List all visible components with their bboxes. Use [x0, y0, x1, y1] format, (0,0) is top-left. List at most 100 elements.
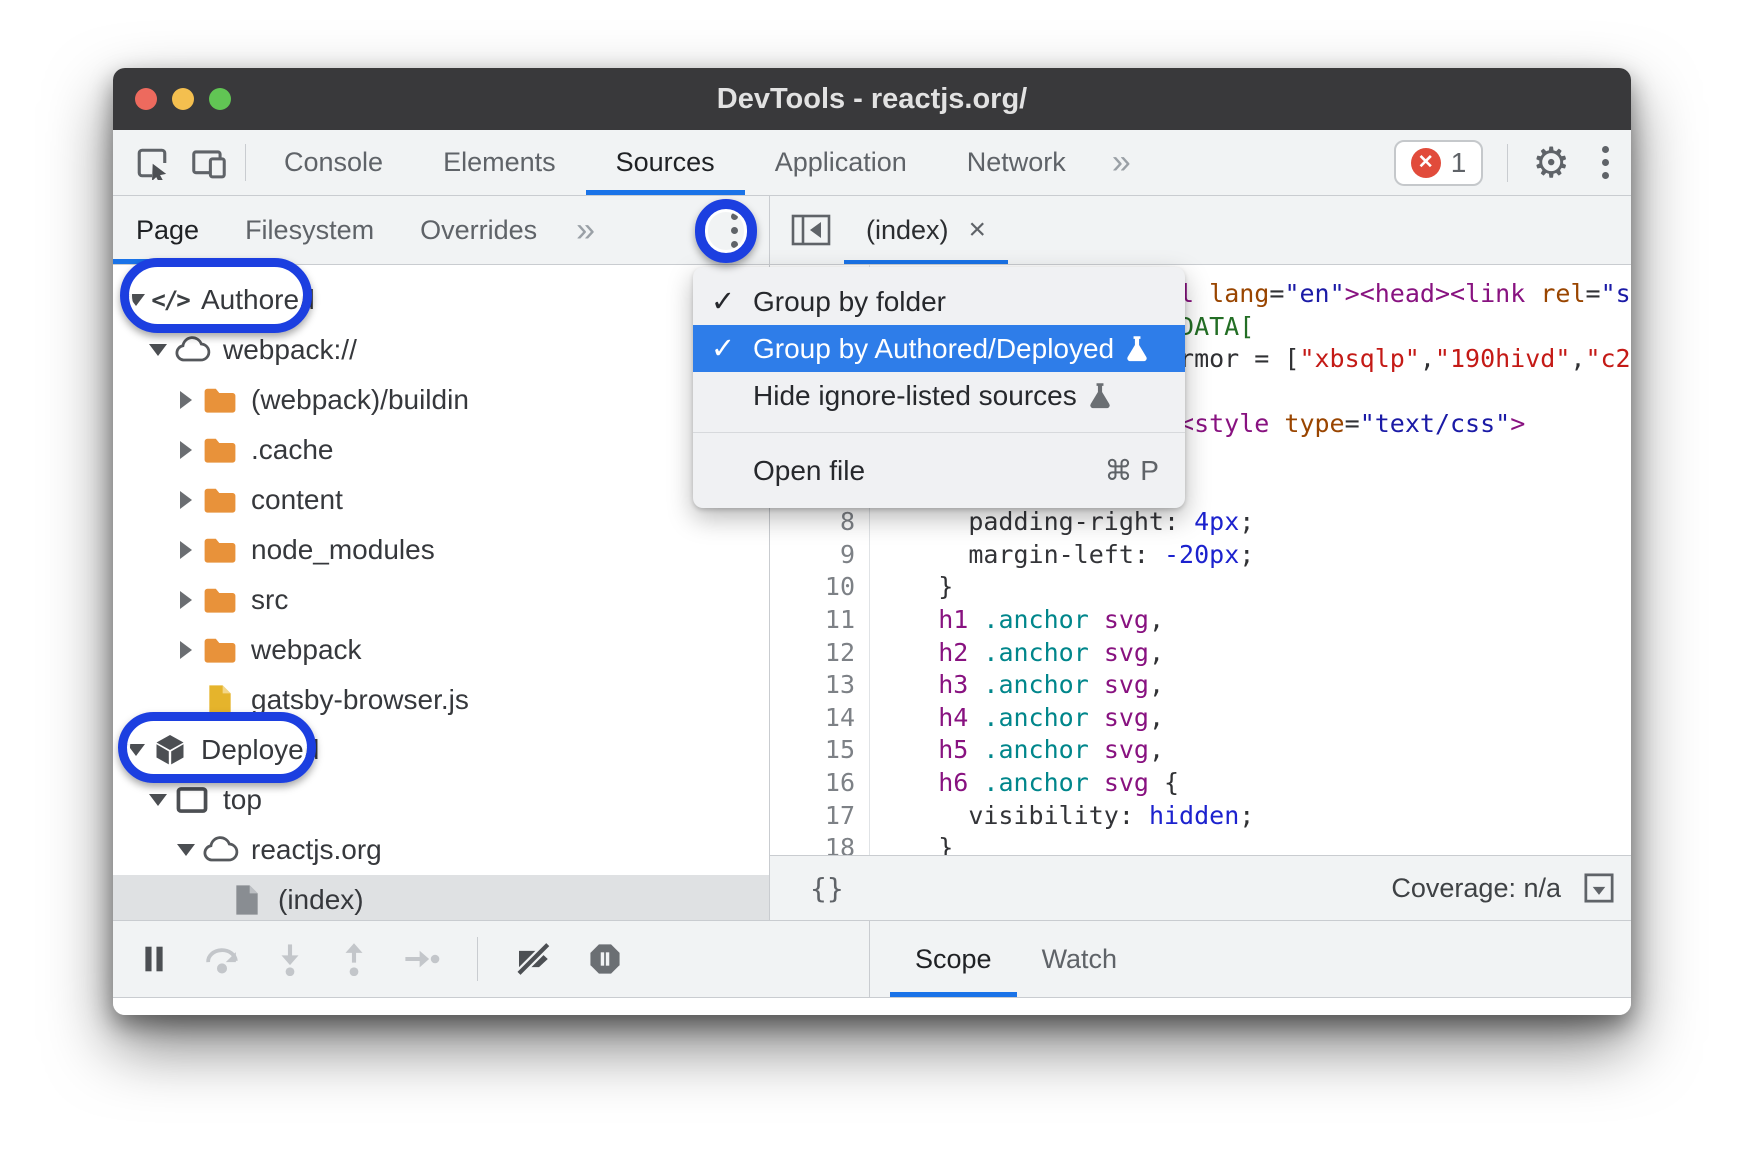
- file-icon: [228, 882, 266, 918]
- line-number[interactable]: 12: [770, 637, 855, 670]
- expand-arrow-icon[interactable]: [173, 591, 199, 609]
- tree-label: src: [251, 584, 288, 616]
- line-number[interactable]: 11: [770, 604, 855, 637]
- error-badge[interactable]: ✕ 1: [1394, 140, 1484, 186]
- tab-page[interactable]: Page: [113, 196, 222, 264]
- tree-row-folder[interactable]: src: [113, 575, 769, 625]
- line-number[interactable]: 14: [770, 702, 855, 735]
- cloud-icon: [173, 332, 211, 368]
- deactivate-breakpoints-icon[interactable]: [514, 942, 554, 976]
- editor-tab-index[interactable]: (index) ×: [844, 196, 1008, 264]
- line-number[interactable]: 18: [770, 832, 855, 855]
- code-line: h6 .anchor svg {: [878, 767, 1631, 800]
- line-number[interactable]: 17: [770, 800, 855, 833]
- maximize-window-button[interactable]: [209, 88, 231, 110]
- toolbar-divider: [1507, 144, 1508, 182]
- line-number[interactable]: 8: [770, 506, 855, 539]
- menu-separator: [693, 432, 1185, 433]
- menu-item-label: Group by folder: [753, 286, 946, 318]
- settings-gear-icon[interactable]: ⚙: [1532, 142, 1570, 184]
- line-number[interactable]: 10: [770, 571, 855, 604]
- debugger-controls: [113, 921, 870, 997]
- device-toolbar-icon[interactable]: [191, 146, 227, 180]
- debugger-bar: Scope Watch: [113, 920, 1631, 998]
- pause-script-icon[interactable]: [139, 943, 169, 975]
- traffic-lights: [135, 88, 231, 110]
- checkmark-icon: ✓: [693, 331, 753, 366]
- error-count: 1: [1451, 147, 1467, 179]
- show-drawer-icon[interactable]: [1583, 872, 1615, 904]
- code-line: }: [878, 832, 1631, 855]
- tree-row-folder[interactable]: (webpack)/buildin: [113, 375, 769, 425]
- collapse-sidebar-icon[interactable]: [791, 214, 831, 246]
- close-tab-icon[interactable]: ×: [969, 213, 987, 247]
- menu-item-open-file[interactable]: Open file ⌘ P: [693, 447, 1185, 494]
- tab-application[interactable]: Application: [745, 130, 937, 195]
- annotation-circle-deployed: [118, 712, 316, 783]
- tab-elements[interactable]: Elements: [413, 130, 586, 195]
- step-out-icon[interactable]: [339, 942, 369, 976]
- tree-row-folder[interactable]: webpack: [113, 625, 769, 675]
- expand-arrow-icon[interactable]: [173, 441, 199, 459]
- menu-item-label: Open file: [753, 455, 865, 487]
- tree-row-folder[interactable]: node_modules: [113, 525, 769, 575]
- menu-item-group-by-folder[interactable]: ✓ Group by folder: [693, 278, 1185, 325]
- menu-item-label: Hide ignore-listed sources: [753, 380, 1077, 412]
- tab-sources[interactable]: Sources: [586, 130, 745, 195]
- close-window-button[interactable]: [135, 88, 157, 110]
- step-over-icon[interactable]: [203, 942, 241, 976]
- menu-item-hide-ignore-listed[interactable]: Hide ignore-listed sources: [693, 372, 1185, 419]
- expand-arrow-icon[interactable]: [173, 491, 199, 509]
- tree-row-domain[interactable]: reactjs.org: [113, 825, 769, 875]
- tree-label: top: [223, 784, 262, 816]
- window-title: DevTools - reactjs.org/: [717, 83, 1028, 116]
- inspect-element-icon[interactable]: [135, 146, 169, 180]
- tab-scope[interactable]: Scope: [890, 921, 1017, 997]
- tab-watch[interactable]: Watch: [1017, 921, 1143, 997]
- code-line: h1 .anchor svg,: [878, 604, 1631, 637]
- experiment-flask-icon: [1123, 334, 1151, 364]
- pause-on-exceptions-icon[interactable]: [588, 942, 622, 976]
- pretty-print-icon[interactable]: {}: [810, 872, 844, 905]
- panel-tabs: Console Elements Sources Application Net…: [254, 130, 1147, 195]
- line-number[interactable]: 13: [770, 669, 855, 702]
- navigator-tabs: Page Filesystem Overrides »: [113, 196, 770, 264]
- tree-row-folder[interactable]: .cache: [113, 425, 769, 475]
- cloud-icon: [201, 832, 239, 868]
- code-line: h2 .anchor svg,: [878, 637, 1631, 670]
- code-line: }: [878, 571, 1631, 604]
- more-panels-chevron[interactable]: »: [1096, 130, 1147, 195]
- folder-icon: [201, 532, 239, 568]
- folder-icon: [201, 582, 239, 618]
- line-number[interactable]: 15: [770, 734, 855, 767]
- coverage-status: Coverage: n/a: [1391, 873, 1561, 904]
- expand-arrow-icon[interactable]: [173, 541, 199, 559]
- tab-network[interactable]: Network: [937, 130, 1096, 195]
- tab-console[interactable]: Console: [254, 130, 413, 195]
- line-number[interactable]: 9: [770, 539, 855, 572]
- minimize-window-button[interactable]: [172, 88, 194, 110]
- expand-arrow-icon[interactable]: [145, 794, 171, 806]
- step-into-icon[interactable]: [275, 942, 305, 976]
- tab-overrides[interactable]: Overrides: [397, 196, 560, 264]
- expand-arrow-icon[interactable]: [173, 844, 199, 856]
- tree-row-folder[interactable]: content: [113, 475, 769, 525]
- expand-arrow-icon[interactable]: [145, 344, 171, 356]
- tree-label: content: [251, 484, 343, 516]
- debugger-side-tabs: Scope Watch: [870, 921, 1631, 997]
- step-icon[interactable]: [403, 944, 441, 974]
- expand-arrow-icon[interactable]: [173, 641, 199, 659]
- sources-subheader: Page Filesystem Overrides » (index) ×: [113, 196, 1631, 265]
- tree-row-index-selected[interactable]: (index): [113, 875, 769, 920]
- tree-label: reactjs.org: [251, 834, 382, 866]
- main-menu-icon[interactable]: [1594, 146, 1617, 179]
- tree-label: .cache: [251, 434, 334, 466]
- file-tree: </> Authored webpack://: [113, 265, 770, 920]
- tab-filesystem[interactable]: Filesystem: [222, 196, 397, 264]
- line-number[interactable]: 16: [770, 767, 855, 800]
- annotation-circle-authored: [120, 258, 312, 333]
- code-line: h5 .anchor svg,: [878, 734, 1631, 767]
- expand-arrow-icon[interactable]: [173, 391, 199, 409]
- more-navigator-tabs-chevron[interactable]: »: [560, 196, 611, 264]
- menu-item-group-by-authored-deployed[interactable]: ✓ Group by Authored/Deployed: [693, 325, 1185, 372]
